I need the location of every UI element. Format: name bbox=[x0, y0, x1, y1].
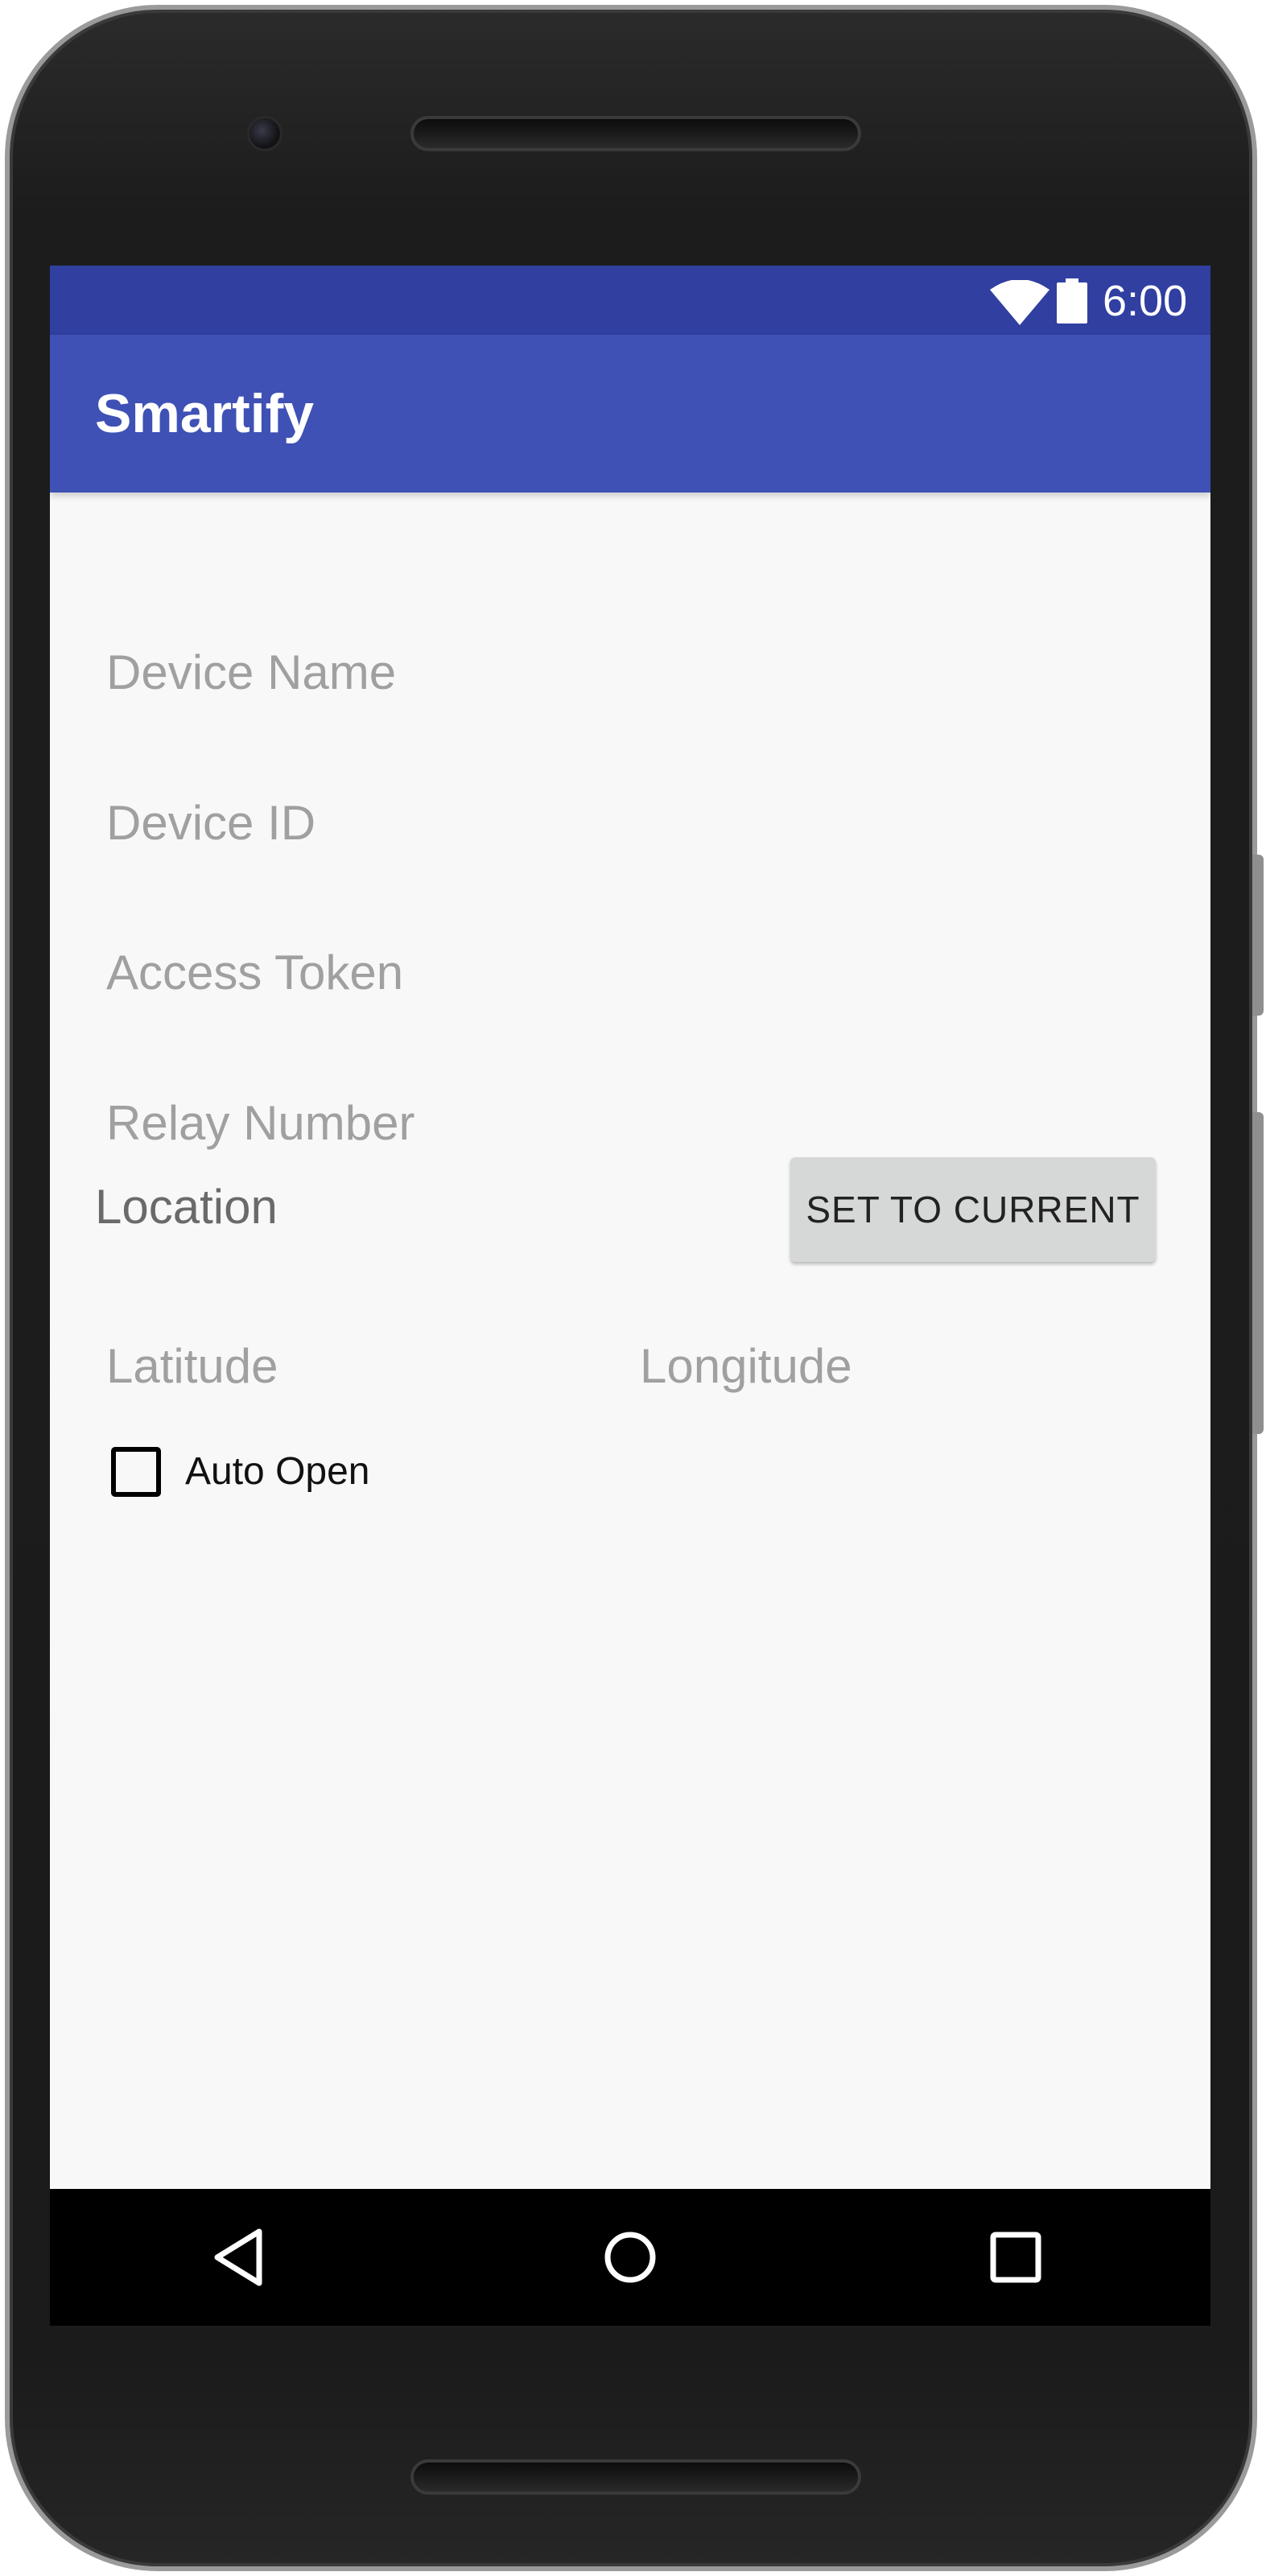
bottom-speaker bbox=[410, 2459, 861, 2495]
location-label: Location bbox=[95, 1180, 278, 1234]
device-screen: 6:00 Smartify Location SET TO CURRENT Au… bbox=[50, 266, 1210, 2326]
top-speaker bbox=[410, 116, 861, 151]
auto-open-checkbox[interactable] bbox=[111, 1447, 161, 1497]
set-to-current-button[interactable]: SET TO CURRENT bbox=[790, 1157, 1156, 1262]
power-button bbox=[1252, 1112, 1264, 1434]
app-title: Smartify bbox=[95, 383, 315, 444]
device-name-field[interactable] bbox=[106, 628, 1153, 716]
longitude-field[interactable] bbox=[640, 1321, 1123, 1410]
volume-button bbox=[1252, 855, 1264, 1016]
status-time: 6:00 bbox=[1103, 277, 1188, 325]
back-icon[interactable] bbox=[209, 2225, 274, 2290]
front-camera bbox=[247, 116, 282, 151]
navigation-bar bbox=[50, 2189, 1210, 2326]
status-bar: 6:00 bbox=[50, 266, 1210, 335]
recents-icon[interactable] bbox=[984, 2225, 1048, 2290]
relay-number-field[interactable] bbox=[106, 1078, 1153, 1167]
device-id-field[interactable] bbox=[106, 778, 1153, 867]
auto-open-checkbox-row[interactable]: Auto Open bbox=[111, 1440, 513, 1502]
access-token-field[interactable] bbox=[106, 928, 1153, 1016]
wifi-icon bbox=[990, 280, 1050, 325]
auto-open-label[interactable]: Auto Open bbox=[185, 1449, 370, 1495]
latitude-field[interactable] bbox=[106, 1321, 589, 1410]
app-bar: Smartify bbox=[50, 335, 1210, 493]
home-icon[interactable] bbox=[598, 2225, 662, 2290]
battery-icon bbox=[1057, 278, 1087, 324]
